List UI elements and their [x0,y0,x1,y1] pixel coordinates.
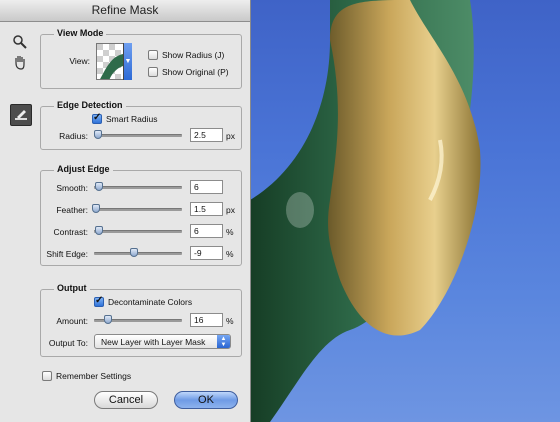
radius-label: Radius: [59,131,88,141]
smooth-input[interactable]: 6 [190,180,223,194]
shift-edge-slider[interactable] [94,248,182,258]
amount-input[interactable]: 16 [190,313,223,327]
contrast-label: Contrast: [53,227,89,237]
feather-label: Feather: [56,205,88,215]
feather-slider[interactable] [91,204,182,214]
amount-slider-thumb[interactable] [104,315,113,324]
adjust-edge-title: Adjust Edge [54,164,113,174]
output-to-label: Output To: [48,338,88,348]
smooth-slider-thumb[interactable] [95,182,104,191]
output-to-value: New Layer with Layer Mask [101,337,206,347]
smooth-label: Smooth: [56,183,88,193]
smooth-slider[interactable] [94,182,182,192]
shift-edge-input[interactable]: -9 [190,246,223,260]
show-original-label: Show Original (P) [162,67,229,77]
shift-edge-label: Shift Edge: [46,249,88,259]
contrast-unit: % [226,227,234,237]
select-arrows-icon: ▲ ▼ [217,335,230,348]
hand-tool-icon[interactable] [10,52,30,72]
shift-edge-unit: % [226,249,234,259]
smart-radius-checkbox[interactable] [92,112,102,124]
contrast-slider-thumb[interactable] [95,226,104,235]
output-title: Output [54,283,90,293]
ok-button[interactable]: OK [174,391,238,409]
remember-settings-label: Remember Settings [56,371,132,381]
refine-radius-tool-icon[interactable] [10,104,32,126]
feather-slider-thumb[interactable] [91,204,100,213]
decontaminate-colors-label: Decontaminate Colors [108,297,193,307]
show-original-checkbox[interactable] [148,67,158,77]
amount-label: Amount: [56,316,88,326]
radius-unit: px [226,131,235,141]
contrast-input[interactable]: 6 [190,224,223,238]
amount-unit: % [226,316,234,326]
zoom-tool-icon[interactable] [10,32,30,52]
feather-unit: px [226,205,235,215]
show-radius-label: Show Radius (J) [162,50,225,60]
edge-detection-title: Edge Detection [54,100,126,110]
view-mode-dropdown-icon[interactable]: ▼ [123,43,132,80]
amount-slider[interactable] [94,315,182,325]
view-mode-title: View Mode [54,28,107,38]
remember-settings-checkbox[interactable] [42,371,52,381]
refine-mask-dialog: Refine Mask View Mode View: ▼ Show Radiu… [0,0,251,422]
radius-input[interactable]: 2.5 [190,128,223,142]
radius-slider[interactable] [93,130,182,140]
decontaminate-colors-checkbox[interactable] [94,295,104,307]
contrast-slider[interactable] [94,226,182,236]
feather-input[interactable]: 1.5 [190,202,223,216]
show-radius-checkbox[interactable] [148,50,158,60]
radius-slider-thumb[interactable] [93,130,102,139]
smart-radius-label: Smart Radius [106,114,158,124]
output-to-select[interactable]: New Layer with Layer Mask ▲ ▼ [94,334,231,349]
view-label: View: [69,56,90,66]
shift-edge-slider-thumb[interactable] [129,248,138,257]
cancel-button[interactable]: Cancel [94,391,158,409]
dialog-title: Refine Mask [0,0,250,22]
